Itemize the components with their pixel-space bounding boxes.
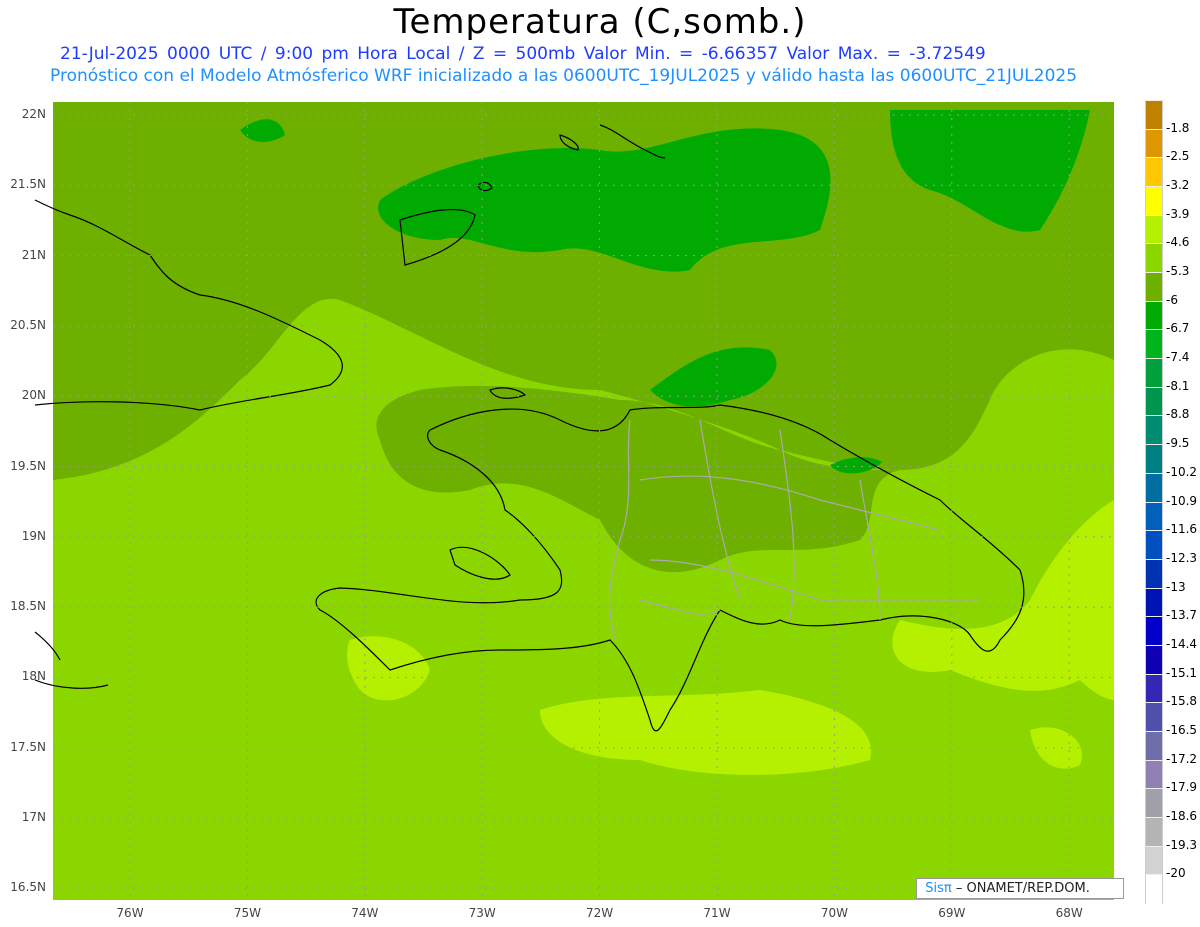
lat-label: 17N xyxy=(21,810,46,824)
colorbar-swatch xyxy=(1145,300,1163,331)
colorbar-label: -6.7 xyxy=(1166,321,1190,336)
lon-label: 73W xyxy=(468,906,496,920)
colorbar-swatch xyxy=(1145,788,1163,818)
lon-label: 72W xyxy=(586,906,614,920)
colorbar-swatch xyxy=(1145,673,1163,704)
colorbar-swatch xyxy=(1145,644,1163,675)
colorbar-label: -3.9 xyxy=(1166,206,1190,221)
colorbar-label: -10.9 xyxy=(1166,493,1198,508)
colorbar-swatch xyxy=(1145,186,1163,216)
colorbar-swatch xyxy=(1145,759,1163,790)
colorbar-swatch xyxy=(1145,730,1163,761)
lat-label: 21N xyxy=(21,247,46,262)
colorbar-swatch xyxy=(1145,702,1163,732)
lat-label: 18.5N xyxy=(10,599,46,614)
lon-label: 75W xyxy=(233,906,261,920)
colorbar-swatch xyxy=(1145,214,1163,245)
colorbar-swatch xyxy=(1145,100,1163,130)
lat-label: 19.5N xyxy=(10,458,46,473)
colorbar-label: -6 xyxy=(1166,292,1178,307)
lat-label: 21.5N xyxy=(10,177,46,192)
lat-label: 20.5N xyxy=(10,317,46,332)
temperature-map xyxy=(34,102,1114,900)
colorbar-swatch xyxy=(1145,243,1163,274)
credit-text: – ONAMET/REP.DOM. xyxy=(951,881,1090,896)
lat-label: 22N xyxy=(21,107,46,121)
colorbar-swatch xyxy=(1145,530,1163,560)
colorbar-swatch xyxy=(1145,444,1163,474)
colorbar-label: -14.4 xyxy=(1166,636,1198,651)
colorbar-label: -13.7 xyxy=(1166,608,1198,623)
colorbar-label: -17.9 xyxy=(1166,780,1198,795)
colorbar-label: -7.4 xyxy=(1166,350,1190,365)
colorbar-swatch xyxy=(1145,128,1163,159)
colorbar-label: -8.8 xyxy=(1166,407,1190,422)
colorbar-label: -12.3 xyxy=(1166,550,1198,565)
colorbar-label: -5.3 xyxy=(1166,264,1190,279)
colorbar-label: -8.1 xyxy=(1166,378,1190,393)
colorbar-label: -18.6 xyxy=(1166,808,1198,823)
credit-brand: Sisπ xyxy=(925,881,952,896)
colorbar-swatch xyxy=(1145,472,1163,503)
lat-label: 16.5N xyxy=(10,880,46,895)
colorbar-label: -16.5 xyxy=(1166,722,1198,737)
colorbar-label: -19.3 xyxy=(1166,837,1198,852)
colorbar-label: -9.5 xyxy=(1166,436,1190,451)
colorbar-swatch xyxy=(1145,616,1163,646)
colorbar-swatch xyxy=(1145,874,1163,904)
colorbar-swatch xyxy=(1145,386,1163,417)
lat-label: 18N xyxy=(21,669,46,684)
colorbar-swatch xyxy=(1145,358,1163,388)
colorbar-label: -2.5 xyxy=(1166,149,1190,164)
colorbar-swatch xyxy=(1145,272,1163,302)
colorbar-swatch xyxy=(1145,845,1163,876)
colorbar-label: -17.2 xyxy=(1166,751,1198,766)
colorbar-label: -3.2 xyxy=(1166,178,1190,193)
lon-label: 71W xyxy=(703,906,731,920)
lat-label: 19N xyxy=(21,528,46,543)
colorbar-label: -13 xyxy=(1166,579,1186,594)
colorbar-swatch xyxy=(1145,816,1163,847)
credit-box: Sisπ – ONAMET/REP.DOM. xyxy=(916,878,1124,899)
colorbar-swatch xyxy=(1145,558,1163,589)
lon-label: 76W xyxy=(116,906,144,920)
colorbar-label: -10.2 xyxy=(1166,464,1198,479)
lon-label: 70W xyxy=(820,906,848,920)
colorbar-swatch xyxy=(1145,501,1163,532)
colorbar-swatch xyxy=(1145,415,1163,446)
colorbar-label: -11.6 xyxy=(1166,522,1198,537)
colorbar-swatch xyxy=(1145,329,1163,360)
lon-label: 69W xyxy=(938,906,966,920)
colorbar-label: -4.6 xyxy=(1166,235,1190,250)
colorbar-swatch xyxy=(1145,587,1163,618)
colorbar-label: -20 xyxy=(1166,866,1186,881)
colorbar-swatch xyxy=(1145,157,1163,188)
lat-label: 17.5N xyxy=(10,739,46,754)
lon-label: 74W xyxy=(351,906,379,920)
colorbar-label: -15.1 xyxy=(1166,665,1198,680)
lon-label: 68W xyxy=(1055,906,1083,920)
lat-label: 20N xyxy=(21,388,46,403)
colorbar-label: -15.8 xyxy=(1166,694,1198,709)
colorbar-label: -1.8 xyxy=(1166,120,1190,135)
